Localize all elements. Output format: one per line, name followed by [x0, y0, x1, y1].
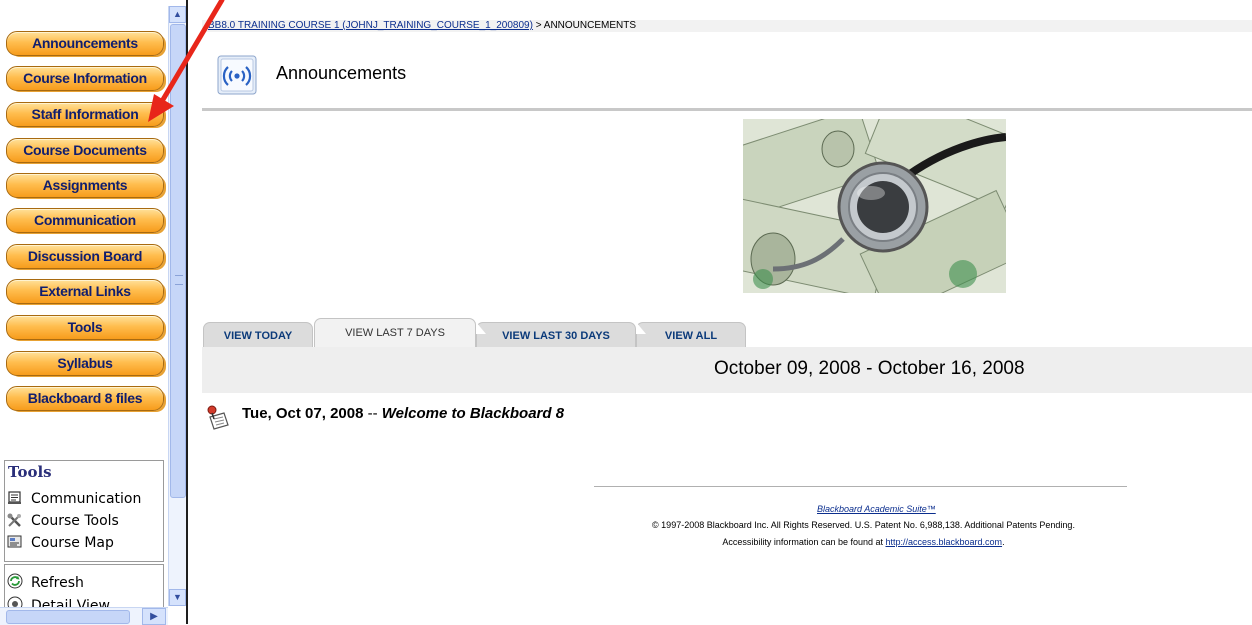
announcement-title: Welcome to Blackboard 8 [381, 405, 565, 422]
footer-accessibility-text: Accessibility information can be found a… [722, 537, 886, 547]
footer-accessibility: Accessibility information can be found a… [596, 537, 1131, 547]
course-menu-frame: Announcements Course Information Staff I… [0, 0, 190, 625]
title-divider [202, 108, 1252, 111]
menu-button-syllabus[interactable]: Syllabus [6, 351, 164, 376]
tab-separator [476, 322, 486, 334]
horizontal-scrollbar-thumb[interactable] [6, 610, 130, 624]
breadcrumb-separator: > [532, 20, 544, 31]
refresh-panel: Refresh Detail View [4, 564, 164, 610]
breadcrumb-current: ANNOUNCEMENTS [543, 20, 637, 31]
tools-item-label: Course Tools [31, 513, 119, 529]
tools-item-label: Course Map [31, 535, 114, 551]
tab-view-today[interactable]: VIEW TODAY [203, 322, 313, 347]
menu-button-course-information[interactable]: Course Information [6, 66, 164, 91]
footer-copyright: © 1997-2008 Blackboard Inc. All Rights R… [652, 520, 1075, 530]
date-range-label: October 09, 2008 - October 16, 2008 [714, 358, 1025, 379]
tools-panel: Tools Communication Course Tools Course … [4, 460, 164, 562]
announcements-broadcast-icon [217, 55, 257, 95]
menu-button-discussion-board[interactable]: Discussion Board [6, 244, 164, 269]
menu-button-announcements[interactable]: Announcements [6, 31, 164, 56]
tab-view-last-30-days[interactable]: VIEW LAST 30 DAYS [476, 322, 636, 347]
tab-separator [636, 322, 646, 334]
tab-view-all[interactable]: VIEW ALL [636, 322, 746, 347]
menu-horizontal-scrollbar[interactable]: ▶ [0, 607, 168, 625]
announcement-item: Tue, Oct 07, 2008 -- Welcome to Blackboa… [242, 405, 564, 422]
communication-icon [7, 491, 23, 505]
tools-item-course-tools[interactable]: Course Tools [7, 513, 119, 533]
course-map-icon [7, 535, 23, 549]
menu-button-external-links[interactable]: External Links [6, 279, 164, 304]
announcement-pin-icon [204, 405, 232, 431]
refresh-item-label: Refresh [31, 575, 84, 591]
menu-vertical-scrollbar[interactable]: ▲ ▼ [168, 6, 186, 606]
menu-button-course-documents[interactable]: Course Documents [6, 138, 164, 163]
refresh-item[interactable]: Refresh [7, 573, 84, 593]
menu-button-tools[interactable]: Tools [6, 315, 164, 340]
footer-divider [594, 486, 1127, 487]
footer-accessibility-link[interactable]: http://access.blackboard.com [886, 537, 1003, 547]
tab-view-last-7-days[interactable]: VIEW LAST 7 DAYS [314, 318, 476, 347]
scroll-right-arrow-icon[interactable]: ▶ [142, 608, 166, 625]
menu-button-communication[interactable]: Communication [6, 208, 164, 233]
tools-panel-title: Tools [8, 463, 52, 481]
menu-button-staff-information[interactable]: Staff Information [6, 102, 164, 127]
breadcrumb-course-link[interactable]: BB8.0 TRAINING COURSE 1 (JOHNJ_TRAINING_… [208, 20, 533, 31]
footer-accessibility-suffix: . [1002, 537, 1005, 547]
scroll-up-arrow-icon[interactable]: ▲ [169, 6, 186, 23]
menu-button-blackboard-8-files[interactable]: Blackboard 8 files [6, 386, 164, 411]
refresh-icon [7, 573, 23, 589]
page-title: Announcements [276, 63, 407, 83]
announcement-date: Tue, Oct 07, 2008 [242, 405, 364, 422]
breadcrumb: BB8.0 TRAINING COURSE 1 (JOHNJ_TRAINING_… [208, 20, 636, 31]
announcement-separator: -- [363, 405, 382, 422]
tools-item-course-map[interactable]: Course Map [7, 535, 114, 555]
scroll-down-arrow-icon[interactable]: ▼ [169, 589, 186, 606]
menu-button-assignments[interactable]: Assignments [6, 173, 164, 198]
scrollbar-thumb[interactable] [170, 24, 186, 498]
course-tools-icon [7, 513, 23, 527]
frame-divider[interactable] [186, 0, 188, 624]
tools-item-label: Communication [31, 491, 142, 507]
stethoscope-on-money-image [715, 87, 1032, 319]
footer-brand-link[interactable]: Blackboard Academic Suite™ [817, 504, 936, 514]
tools-item-communication[interactable]: Communication [7, 491, 141, 511]
